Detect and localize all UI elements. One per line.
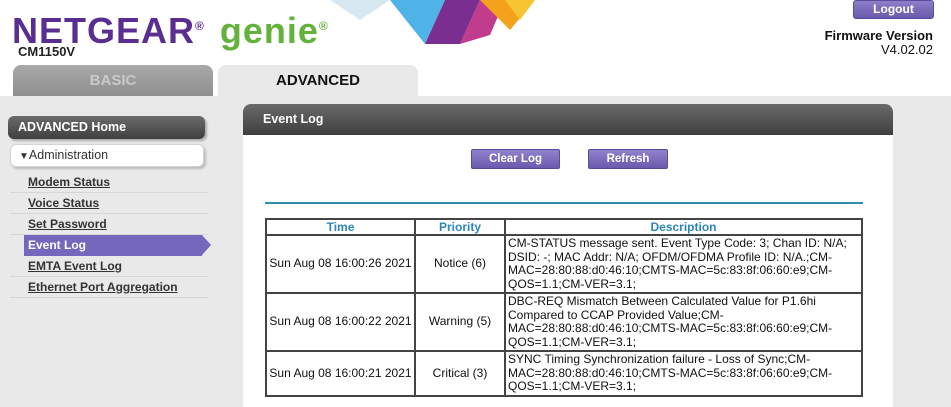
refresh-button[interactable]: Refresh: [588, 149, 668, 169]
clear-log-button[interactable]: Clear Log: [471, 149, 560, 169]
cell-description: DBC-REQ Mismatch Between Calculated Valu…: [504, 292, 863, 352]
sidebar-section-label: Administration: [28, 148, 109, 162]
panel-title: Event Log: [243, 104, 893, 135]
event-log-table: Time Priority Description Sun Aug 08 16:…: [265, 218, 863, 397]
sidebar-item-voice-status[interactable]: Voice Status: [10, 193, 208, 214]
table-row: Sun Aug 08 16:00:26 2021 Notice (6) CM-S…: [265, 234, 863, 294]
top-header: NETGEAR® genie® CM1150V Logout Firmware …: [0, 0, 951, 96]
sidebar-item-event-log[interactable]: Event Log: [24, 235, 211, 256]
column-header-description: Description: [504, 218, 863, 236]
cell-priority: Notice (6): [414, 234, 506, 294]
table-header-row: Time Priority Description: [265, 218, 863, 236]
cell-description: SYNC Timing Synchronization failure - Lo…: [504, 350, 863, 397]
tab-basic[interactable]: BASIC: [13, 65, 213, 96]
cell-description: CM-STATUS message sent. Event Type Code:…: [504, 234, 863, 294]
product-name: genie: [219, 10, 319, 51]
divider: [265, 202, 863, 204]
cell-time: Sun Aug 08 16:00:26 2021: [265, 234, 416, 294]
caret-down-icon: ▼: [19, 151, 29, 162]
sidebar-item-set-password[interactable]: Set Password: [10, 214, 208, 235]
sidebar-item-ethernet-port-aggregation[interactable]: Ethernet Port Aggregation: [10, 277, 208, 298]
tab-advanced[interactable]: ADVANCED: [218, 65, 418, 96]
column-header-time: Time: [265, 218, 416, 236]
model-name: CM1150V: [18, 44, 76, 59]
cell-priority: Critical (3): [414, 350, 506, 397]
firmware-version-label: Firmware Version: [824, 28, 933, 43]
cell-priority: Warning (5): [414, 292, 506, 352]
cell-time: Sun Aug 08 16:00:21 2021: [265, 350, 416, 397]
decorative-banner-graphic: [330, 0, 535, 44]
table-row: Sun Aug 08 16:00:21 2021 Critical (3) SY…: [265, 350, 863, 397]
sidebar-item-modem-status[interactable]: Modem Status: [10, 172, 208, 193]
cell-time: Sun Aug 08 16:00:22 2021: [265, 292, 416, 352]
table-row: Sun Aug 08 16:00:22 2021 Warning (5) DBC…: [265, 292, 863, 352]
firmware-version-value: V4.02.02: [880, 42, 933, 57]
sidebar-section-administration[interactable]: ▼Administration: [10, 144, 204, 167]
column-header-priority: Priority: [414, 218, 506, 236]
sidebar-item-emta-event-log[interactable]: EMTA Event Log: [10, 256, 208, 277]
logout-button[interactable]: Logout: [853, 0, 934, 19]
event-log-panel: Event Log Clear Log Refresh Time Priorit…: [243, 104, 893, 407]
sidebar-advanced-home[interactable]: ADVANCED Home: [8, 116, 205, 139]
